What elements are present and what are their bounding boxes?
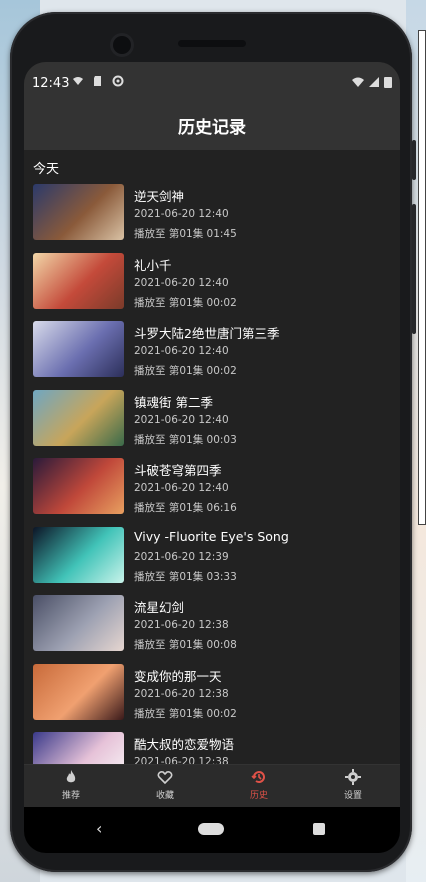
power-button	[412, 140, 416, 180]
item-title: 斗罗大陆2绝世唐门第三季	[134, 326, 280, 341]
item-title: 镇魂街 第二季	[134, 394, 213, 410]
status-icons-left	[72, 75, 124, 87]
item-date: 2021-06-20 12:40	[134, 276, 229, 289]
nav-history-label: 历史	[249, 791, 268, 801]
item-date: 2021-06-20 12:39	[134, 550, 229, 563]
sd-card-icon	[94, 76, 101, 86]
item-progress: 播放至 第01集 01:45	[134, 228, 237, 240]
item-date: 2021-06-20 12:40	[134, 413, 229, 426]
signal-icon	[369, 77, 379, 87]
item-date: 2021-06-20 12:40	[134, 208, 229, 220]
nav-favorites[interactable]: 收藏	[118, 769, 212, 801]
history-item[interactable]: 流星幻剑 2021-06-20 12:38 播放至 第01集 00:08	[24, 595, 400, 653]
item-title: 斗破苍穹第四季	[134, 463, 222, 478]
nav-history[interactable]: 历史	[212, 769, 306, 801]
background-panel	[418, 30, 426, 525]
earpiece-speaker	[178, 40, 246, 47]
thumbnail-image	[33, 526, 124, 583]
history-item[interactable]: 礼小千 2021-06-20 12:40 播放至 第01集 00:02	[24, 252, 400, 311]
item-date: 2021-06-20 12:38	[134, 687, 229, 700]
item-progress: 播放至 第01集 00:08	[134, 639, 237, 651]
section-label-today: 今天	[33, 162, 60, 177]
item-title: 酷大叔的恋爱物语	[134, 737, 235, 752]
item-progress: 播放至 第01集 00:03	[134, 433, 237, 446]
app-screen: 12:43 历史记录 今天 逆天剑神 2021-06-20 12:40 播放至 第0…	[24, 62, 400, 807]
nav-recommend[interactable]: 推荐	[24, 769, 118, 801]
item-date: 2021-06-20 12:40	[134, 345, 229, 357]
history-item[interactable]: 斗破苍穹第四季 2021-06-20 12:40 播放至 第01集 06:16	[24, 458, 400, 516]
thumbnail-image	[33, 458, 124, 514]
item-progress: 播放至 第01集 06:16	[134, 502, 237, 514]
nav-favorites-label: 收藏	[155, 791, 174, 801]
history-icon	[251, 771, 265, 783]
thumbnail-image	[33, 389, 124, 446]
status-time: 12:43	[32, 76, 70, 91]
page-title: 历史记录	[24, 106, 400, 150]
item-date: 2021-06-20 12:38	[134, 619, 229, 631]
item-title: 变成你的那一天	[134, 668, 222, 684]
history-item[interactable]: 斗罗大陆2绝世唐门第三季 2021-06-20 12:40 播放至 第01集 00:…	[24, 321, 400, 379]
thumbnail-image	[33, 184, 124, 240]
gear-icon	[345, 769, 361, 785]
item-progress: 播放至 第01集 00:02	[134, 296, 237, 309]
status-bar: 12:43	[24, 62, 400, 106]
sync-icon	[112, 75, 124, 87]
history-item[interactable]: 变成你的那一天 2021-06-20 12:38 播放至 第01集 00:02	[24, 663, 400, 722]
front-camera	[113, 36, 131, 54]
history-item[interactable]: 镇魂街 第二季 2021-06-20 12:40 播放至 第01集 00:03	[24, 389, 400, 448]
thumbnail-image	[33, 252, 124, 309]
battery-icon	[384, 77, 392, 88]
item-title: 逆天剑神	[134, 189, 185, 204]
system-nav-bar: ‹	[24, 807, 400, 853]
item-title: Vivy -Fluorite Eye's Song	[134, 528, 289, 544]
item-progress: 播放至 第01集 00:02	[134, 365, 237, 377]
item-progress: 播放至 第01集 03:33	[134, 570, 237, 583]
item-progress: 播放至 第01集 00:02	[134, 707, 237, 720]
back-icon[interactable]: ‹	[96, 819, 102, 838]
status-icons-right	[352, 76, 392, 88]
recents-button[interactable]	[313, 823, 325, 835]
thumbnail-image	[33, 595, 124, 651]
nav-settings[interactable]: 设置	[306, 769, 400, 801]
volume-button	[412, 204, 416, 334]
wifi-question-icon	[73, 77, 83, 85]
item-title: 礼小千	[134, 257, 172, 273]
history-item[interactable]: Vivy -Fluorite Eye's Song 2021-06-20 12:3…	[24, 526, 400, 585]
nav-settings-label: 设置	[343, 791, 362, 801]
nav-recommend-label: 推荐	[61, 791, 80, 801]
flame-icon	[66, 770, 76, 783]
wifi-icon	[352, 77, 364, 87]
bottom-nav: 推荐 收藏 历史 设置	[24, 764, 400, 807]
item-title: 流星幻剑	[134, 600, 185, 615]
item-date: 2021-06-20 12:40	[134, 482, 229, 494]
home-button[interactable]	[198, 823, 224, 835]
thumbnail-image	[33, 321, 124, 377]
thumbnail-image	[33, 663, 124, 720]
heart-icon	[157, 771, 173, 785]
history-item[interactable]: 逆天剑神 2021-06-20 12:40 播放至 第01集 01:45	[24, 184, 400, 242]
